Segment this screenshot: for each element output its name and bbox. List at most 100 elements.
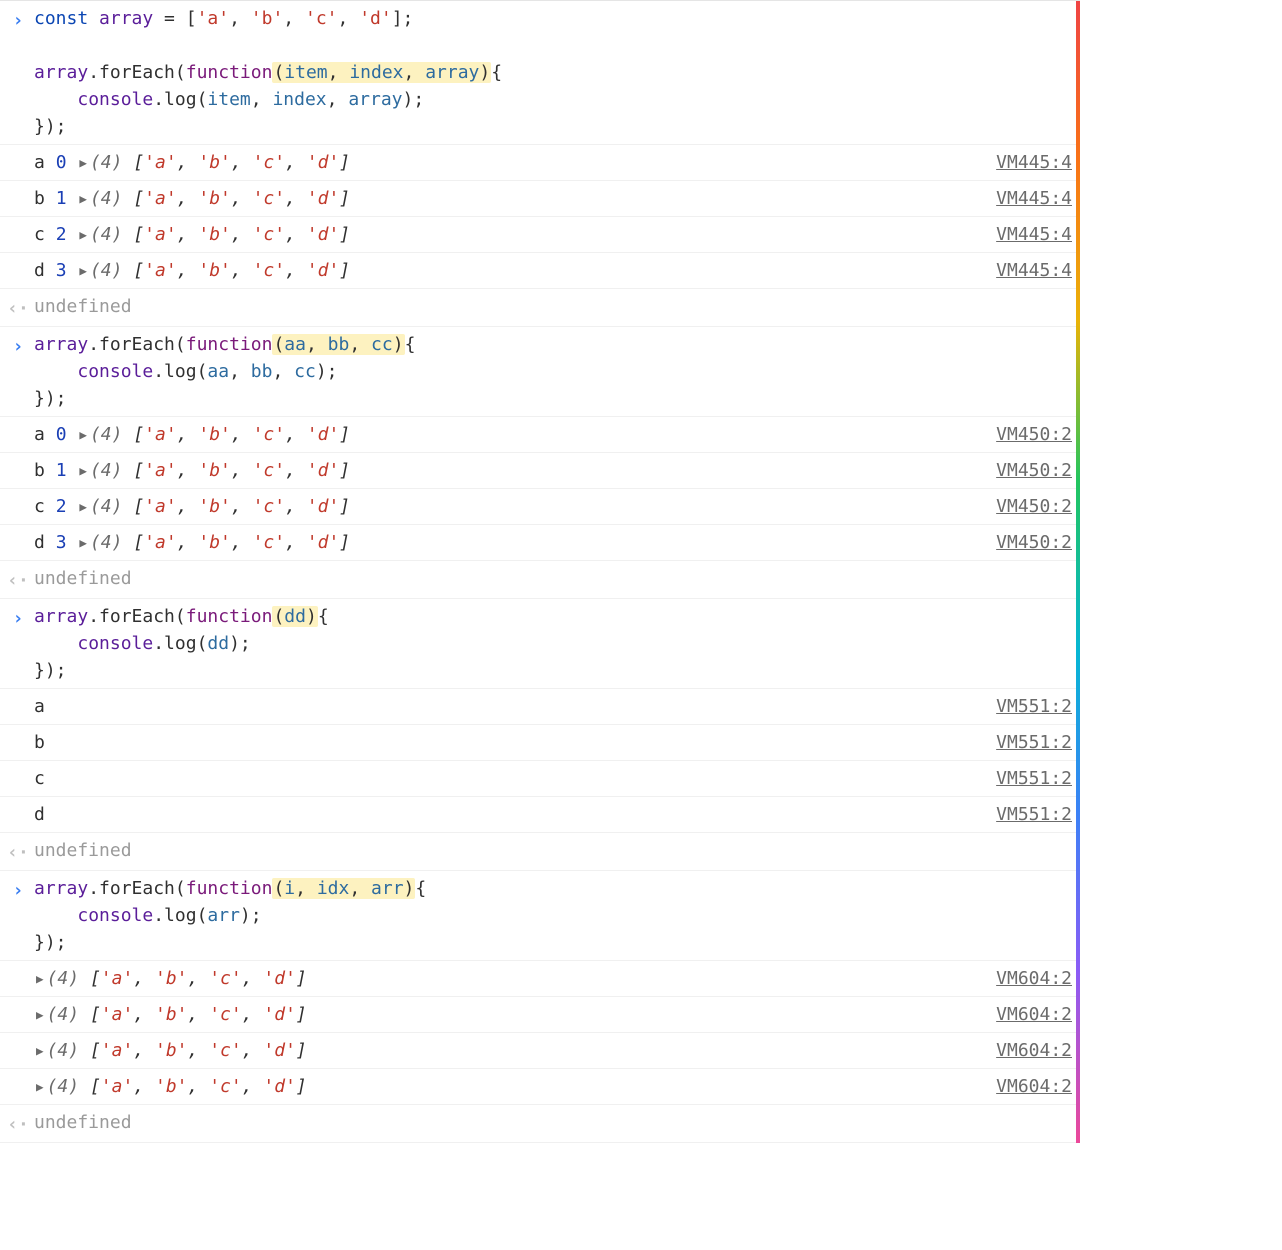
log-output: ▶(4) ['a', 'b', 'c', 'd'] [30,1073,984,1100]
expand-icon[interactable]: ▶ [79,498,87,517]
log-gutter [6,693,30,695]
log-gutter [6,493,30,495]
log-gutter [6,1073,30,1075]
expand-icon[interactable]: ▶ [36,970,44,989]
return-marker-icon: ‹· [6,1109,30,1138]
console-log-row[interactable]: c VM551:2 [0,761,1080,797]
input-marker-icon: › [6,875,30,904]
console-log-row[interactable]: d 3 ▶(4) ['a', 'b', 'c', 'd'] VM445:4 [0,253,1080,289]
expand-icon[interactable]: ▶ [79,226,87,245]
expand-icon[interactable]: ▶ [79,154,87,173]
code-input: array.forEach(function(i, idx, arr){ con… [30,875,1072,956]
return-value: undefined [30,565,1072,592]
code-input: const array = ['a', 'b', 'c', 'd']; arra… [30,5,1072,140]
source-link[interactable]: VM551:2 [984,801,1072,828]
expand-icon[interactable]: ▶ [36,1006,44,1025]
devtools-console: › const array = ['a', 'b', 'c', 'd']; ar… [0,0,1080,1143]
code-input: array.forEach(function(dd){ console.log(… [30,603,1072,684]
console-log-row[interactable]: c 2 ▶(4) ['a', 'b', 'c', 'd'] VM445:4 [0,217,1080,253]
console-return-row: ‹· undefined [0,833,1080,871]
source-link[interactable]: VM450:2 [984,421,1072,448]
source-link[interactable]: VM551:2 [984,729,1072,756]
console-input-row[interactable]: › array.forEach(function(i, idx, arr){ c… [0,871,1080,961]
source-link[interactable]: VM445:4 [984,149,1072,176]
console-log-row[interactable]: ▶(4) ['a', 'b', 'c', 'd'] VM604:2 [0,1033,1080,1069]
console-return-row: ‹· undefined [0,1105,1080,1143]
log-output: c [30,765,984,792]
expand-icon[interactable]: ▶ [79,262,87,281]
expand-icon[interactable]: ▶ [36,1078,44,1097]
log-output: a 0 ▶(4) ['a', 'b', 'c', 'd'] [30,421,984,448]
log-gutter [6,529,30,531]
return-marker-icon: ‹· [6,293,30,322]
log-output: a [30,693,984,720]
log-output: ▶(4) ['a', 'b', 'c', 'd'] [30,1037,984,1064]
source-link[interactable]: VM551:2 [984,693,1072,720]
log-gutter [6,185,30,187]
source-link[interactable]: VM445:4 [984,257,1072,284]
console-log-row[interactable]: ▶(4) ['a', 'b', 'c', 'd'] VM604:2 [0,961,1080,997]
source-link[interactable]: VM450:2 [984,493,1072,520]
return-value: undefined [30,1109,1072,1136]
return-marker-icon: ‹· [6,565,30,594]
log-gutter [6,1037,30,1039]
console-log-row[interactable]: ▶(4) ['a', 'b', 'c', 'd'] VM604:2 [0,1069,1080,1105]
console-log-row[interactable]: b 1 ▶(4) ['a', 'b', 'c', 'd'] VM450:2 [0,453,1080,489]
expand-icon[interactable]: ▶ [79,426,87,445]
console-input-row[interactable]: › array.forEach(function(aa, bb, cc){ co… [0,327,1080,417]
log-gutter [6,421,30,423]
log-gutter [6,801,30,803]
log-gutter [6,457,30,459]
return-value: undefined [30,837,1072,864]
console-input-row[interactable]: › array.forEach(function(dd){ console.lo… [0,599,1080,689]
log-output: a 0 ▶(4) ['a', 'b', 'c', 'd'] [30,149,984,176]
log-output: c 2 ▶(4) ['a', 'b', 'c', 'd'] [30,221,984,248]
log-gutter [6,257,30,259]
log-gutter [6,729,30,731]
log-output: d 3 ▶(4) ['a', 'b', 'c', 'd'] [30,529,984,556]
source-link[interactable]: VM450:2 [984,529,1072,556]
return-value: undefined [30,293,1072,320]
log-output: b 1 ▶(4) ['a', 'b', 'c', 'd'] [30,185,984,212]
source-link[interactable]: VM604:2 [984,965,1072,992]
log-gutter [6,149,30,151]
expand-icon[interactable]: ▶ [79,190,87,209]
input-marker-icon: › [6,5,30,34]
log-output: d 3 ▶(4) ['a', 'b', 'c', 'd'] [30,257,984,284]
log-output: b [30,729,984,756]
console-log-row[interactable]: ▶(4) ['a', 'b', 'c', 'd'] VM604:2 [0,997,1080,1033]
log-gutter [6,965,30,967]
console-log-row[interactable]: b 1 ▶(4) ['a', 'b', 'c', 'd'] VM445:4 [0,181,1080,217]
console-log-row[interactable]: a 0 ▶(4) ['a', 'b', 'c', 'd'] VM445:4 [0,145,1080,181]
console-log-row[interactable]: d 3 ▶(4) ['a', 'b', 'c', 'd'] VM450:2 [0,525,1080,561]
expand-icon[interactable]: ▶ [36,1042,44,1061]
console-log-row[interactable]: c 2 ▶(4) ['a', 'b', 'c', 'd'] VM450:2 [0,489,1080,525]
console-log-row[interactable]: a VM551:2 [0,689,1080,725]
source-link[interactable]: VM551:2 [984,765,1072,792]
expand-icon[interactable]: ▶ [79,534,87,553]
console-log-row[interactable]: b VM551:2 [0,725,1080,761]
return-marker-icon: ‹· [6,837,30,866]
input-marker-icon: › [6,331,30,360]
scrollbar-indicator[interactable] [1076,1,1080,1143]
log-output: ▶(4) ['a', 'b', 'c', 'd'] [30,1001,984,1028]
log-output: d [30,801,984,828]
source-link[interactable]: VM604:2 [984,1073,1072,1100]
source-link[interactable]: VM604:2 [984,1037,1072,1064]
console-return-row: ‹· undefined [0,289,1080,327]
console-input-row[interactable]: › const array = ['a', 'b', 'c', 'd']; ar… [0,1,1080,145]
console-log-row[interactable]: a 0 ▶(4) ['a', 'b', 'c', 'd'] VM450:2 [0,417,1080,453]
log-output: c 2 ▶(4) ['a', 'b', 'c', 'd'] [30,493,984,520]
console-return-row: ‹· undefined [0,561,1080,599]
source-link[interactable]: VM450:2 [984,457,1072,484]
log-gutter [6,1001,30,1003]
console-log-row[interactable]: d VM551:2 [0,797,1080,833]
source-link[interactable]: VM445:4 [984,185,1072,212]
source-link[interactable]: VM445:4 [984,221,1072,248]
source-link[interactable]: VM604:2 [984,1001,1072,1028]
log-output: b 1 ▶(4) ['a', 'b', 'c', 'd'] [30,457,984,484]
log-gutter [6,221,30,223]
log-gutter [6,765,30,767]
code-input: array.forEach(function(aa, bb, cc){ cons… [30,331,1072,412]
expand-icon[interactable]: ▶ [79,462,87,481]
